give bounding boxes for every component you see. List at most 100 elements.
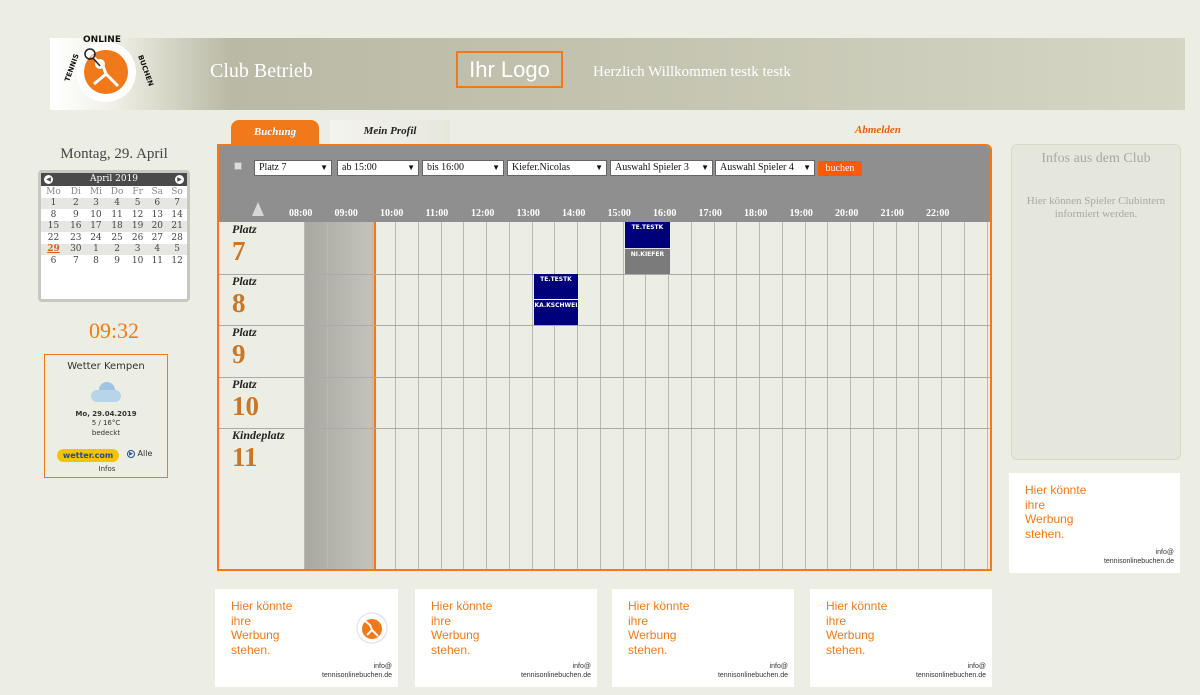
- player4-select[interactable]: Auswahl Spieler 4 ▼: [715, 160, 815, 176]
- ad-text: Hier könnte ihre Werbung stehen.: [231, 599, 293, 657]
- booking-toolbar: Platz 7 ▼ ab 15:00 ▼ bis 16:00 ▼ Kiefer.Nic…: [219, 146, 990, 222]
- calendar-day[interactable]: 2: [66, 197, 86, 209]
- end-time-select[interactable]: bis 16:00 ▼: [422, 160, 504, 176]
- calendar-day[interactable]: 15: [41, 220, 67, 232]
- court-row-divider: [219, 273, 990, 275]
- calendar-day[interactable]: 1: [41, 197, 67, 209]
- ad-contact: info@ tennisonlinebuchen.de: [916, 662, 986, 680]
- header-bar: ONLINE TENNIS BUCHEN Club Betrieb Ihr Lo…: [50, 35, 1185, 110]
- calendar-day[interactable]: 4: [147, 243, 168, 255]
- start-time-value: ab 15:00: [342, 162, 377, 173]
- calendar-day[interactable]: 4: [106, 197, 128, 209]
- ad-contact: info@ tennisonlinebuchen.de: [718, 662, 788, 680]
- calendar-day[interactable]: 3: [127, 243, 148, 255]
- ad-contact-line1: info@: [769, 663, 788, 670]
- calendar-day[interactable]: 11: [106, 209, 128, 221]
- calendar-day[interactable]: 25: [106, 232, 128, 244]
- current-date: Montag, 29. April: [60, 146, 168, 162]
- court-select[interactable]: Platz 7 ▼: [254, 160, 332, 176]
- weekday-label: Do: [110, 186, 124, 197]
- calendar-day[interactable]: 10: [128, 255, 148, 267]
- all-weather-label: Alle: [137, 449, 153, 458]
- scroll-up-icon[interactable]: [252, 202, 264, 216]
- calendar-day[interactable]: 14: [167, 209, 187, 221]
- tab-buchung[interactable]: Buchung: [231, 120, 319, 145]
- player3-select[interactable]: Auswahl Spieler 3 ▼: [610, 160, 713, 176]
- calendar-day[interactable]: 30: [66, 243, 86, 255]
- calendar-day[interactable]: 5: [167, 243, 187, 255]
- booking-block[interactable]: TE.TESTK NI.KIEFER: [625, 222, 670, 274]
- court-label: Platz: [232, 376, 257, 391]
- calendar-day[interactable]: 16: [66, 220, 86, 232]
- calendar-day[interactable]: 9: [66, 209, 86, 221]
- calendar-day[interactable]: 2: [106, 243, 128, 255]
- ad-banner[interactable]: Hier könnte ihre Werbung stehen. info@ te…: [810, 589, 992, 687]
- calendar-day[interactable]: 7: [66, 255, 86, 267]
- hour-label: 17:00: [698, 208, 722, 219]
- calendar-day[interactable]: 18: [106, 220, 128, 232]
- booking-checkbox[interactable]: [234, 162, 242, 170]
- ad-banner[interactable]: Hier könnte ihre Werbung stehen. info@ te…: [215, 589, 398, 687]
- calendar-day[interactable]: 26: [128, 232, 148, 244]
- calendar-day[interactable]: 28: [167, 232, 187, 244]
- clock: 09:32: [88, 318, 140, 343]
- svg-text:BUCHEN: BUCHEN: [136, 54, 155, 88]
- calendar-day[interactable]: 6: [147, 197, 168, 209]
- calendar-day[interactable]: 19: [127, 220, 148, 232]
- tennis-online-buchen-logo[interactable]: ONLINE TENNIS BUCHEN: [56, 22, 156, 114]
- calendar-day[interactable]: 21: [167, 220, 187, 232]
- calendar-day[interactable]: 1: [85, 243, 107, 255]
- calendar-day[interactable]: 12: [128, 209, 148, 221]
- calendar-day[interactable]: 23: [66, 232, 86, 244]
- calendar-day[interactable]: 11: [147, 255, 167, 267]
- tab-mein-profil[interactable]: Mein Profil: [330, 120, 450, 144]
- wetter-com-link[interactable]: wetter.com: [57, 449, 119, 462]
- schedule-grid[interactable]: Platz 7 Platz 8 Platz 9 Platz 10 Kindeplatz 11 TE.…: [219, 222, 990, 569]
- booking-block[interactable]: TE.TESTK KA.KSCHWEI: [533, 273, 579, 325]
- calendar-day[interactable]: 6: [41, 255, 66, 267]
- book-button[interactable]: buchen: [818, 161, 862, 176]
- start-time-select[interactable]: ab 15:00 ▼: [337, 160, 419, 176]
- calendar-day[interactable]: 17: [85, 220, 107, 232]
- calendar-day[interactable]: 13: [147, 209, 167, 221]
- calendar-day[interactable]: 12: [167, 255, 187, 267]
- ad-banner[interactable]: Hier könnte ihre Werbung stehen. info@ te…: [415, 589, 597, 687]
- calendar-day[interactable]: 24: [86, 232, 107, 244]
- ad-banner[interactable]: Hier könnte ihre Werbung stehen. info@ te…: [612, 589, 794, 687]
- court-number: 7: [232, 236, 246, 266]
- calendar-day[interactable]: 3: [85, 197, 107, 209]
- calendar-day[interactable]: 7: [167, 197, 187, 209]
- cloud-icon: [91, 382, 121, 402]
- weekday-label: Sa: [151, 186, 164, 197]
- calendar-day[interactable]: 20: [147, 220, 168, 232]
- hour-label: 15:00: [607, 208, 631, 219]
- all-weather-link[interactable]: ▶ Alle: [127, 449, 152, 458]
- chevron-down-icon: ▼: [407, 163, 415, 172]
- court-label: Platz: [232, 325, 257, 339]
- ad-text: Hier könnte ihre Werbung stehen.: [628, 599, 690, 657]
- player1-select[interactable]: Kiefer.Nicolas ▼: [507, 160, 607, 176]
- calendar-day-today[interactable]: 29: [41, 243, 67, 255]
- prev-month-icon[interactable]: ◀: [44, 175, 53, 184]
- next-month-icon[interactable]: ▶: [175, 175, 184, 184]
- logout-link[interactable]: Abmelden: [855, 124, 901, 136]
- calendar-day[interactable]: 5: [127, 197, 148, 209]
- hour-label: 16:00: [653, 208, 677, 219]
- calendar-day[interactable]: 8: [41, 209, 66, 221]
- calendar-day[interactable]: 27: [147, 232, 167, 244]
- calendar-day[interactable]: 9: [106, 255, 128, 267]
- court-number: 10: [232, 390, 259, 421]
- calendar-day[interactable]: 22: [41, 232, 66, 244]
- calendar-day[interactable]: 10: [86, 209, 107, 221]
- calendar-day[interactable]: 8: [86, 255, 107, 267]
- hour-label: 09:00: [334, 208, 358, 219]
- ad-banner[interactable]: Hier könnte ihre Werbung stehen. info@ te…: [1009, 473, 1180, 573]
- chevron-down-icon: ▼: [701, 163, 709, 172]
- weather-infos-link[interactable]: Infos: [45, 465, 169, 473]
- weather-widget: Wetter Kempen Mo, 29.04.2019 5 / 16°C be…: [44, 354, 168, 478]
- chevron-down-icon: ▼: [320, 163, 328, 172]
- ad-text: Hier könnte ihre Werbung stehen.: [826, 599, 888, 657]
- svg-text:ONLINE: ONLINE: [83, 35, 121, 45]
- hour-label: 13:00: [516, 208, 540, 219]
- club-info-box: Infos aus dem Club Hier können Spieler C…: [1011, 144, 1181, 460]
